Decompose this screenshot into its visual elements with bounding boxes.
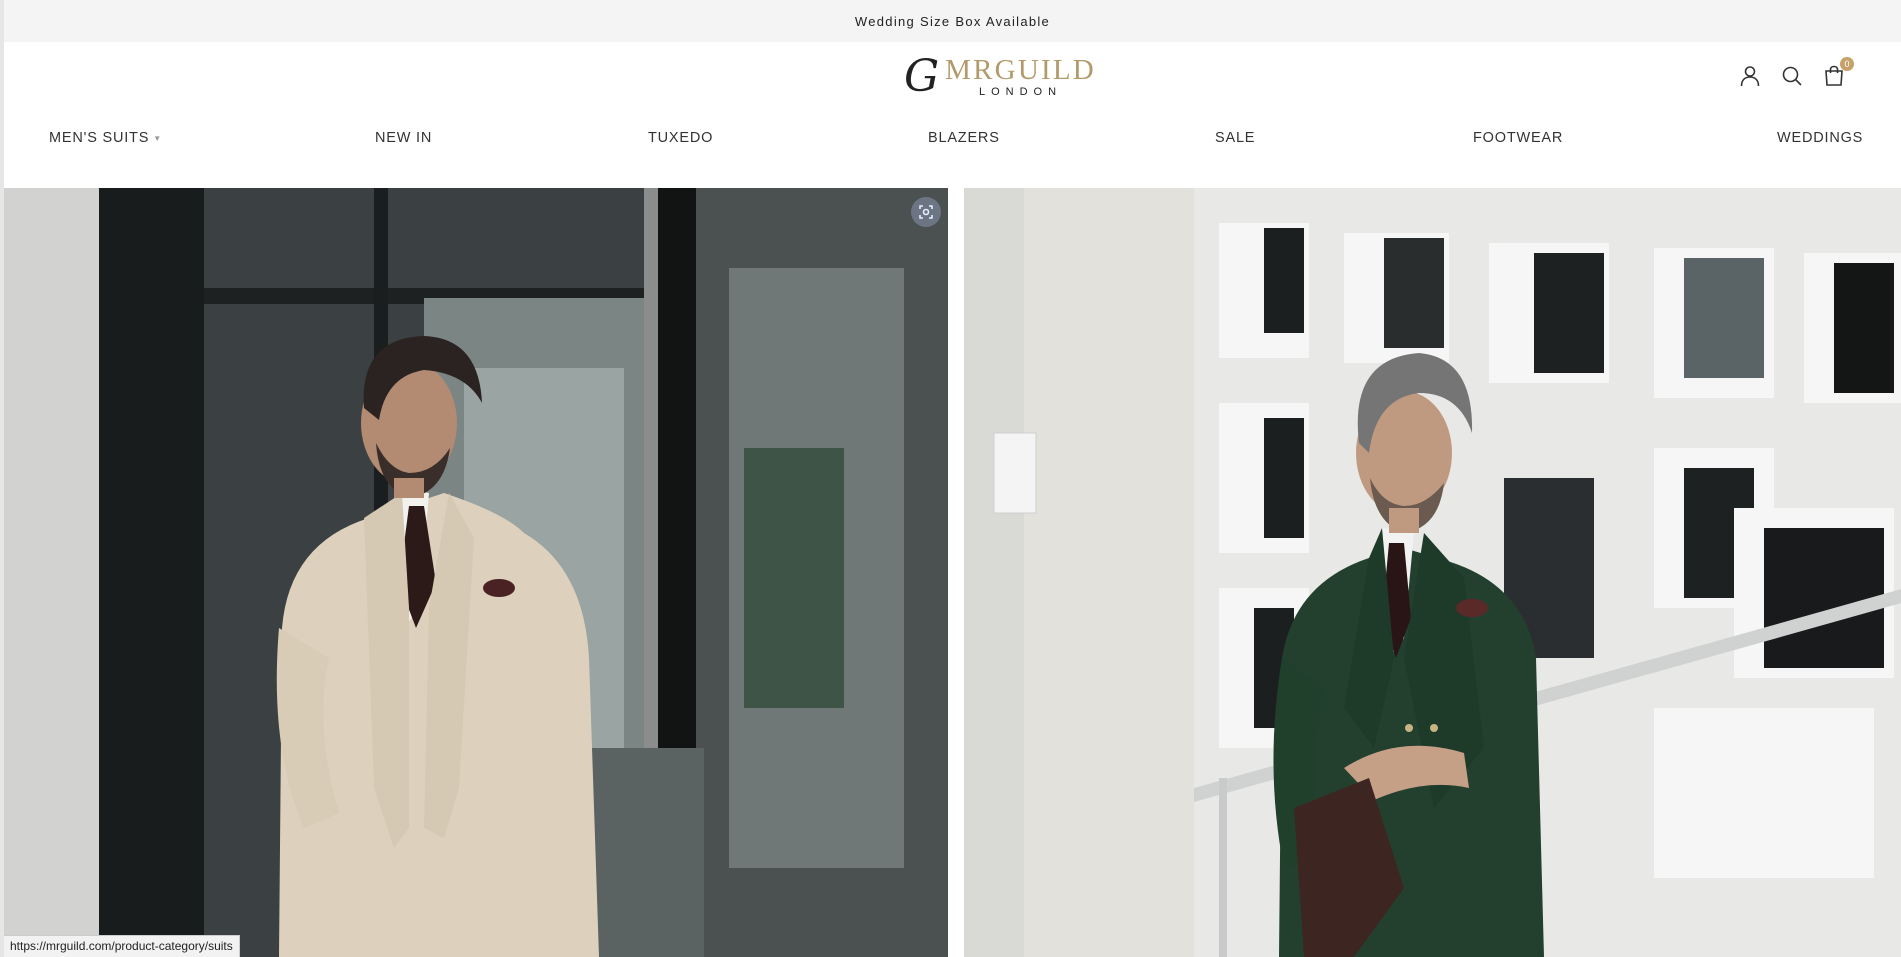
nav-item-blazers[interactable]: BLAZERS — [928, 130, 1000, 146]
header-icons: 0 — [1738, 57, 1854, 88]
visual-search-icon[interactable] — [911, 197, 941, 227]
brand-logo[interactable]: G MRGUILD LONDON — [904, 52, 1114, 102]
nav-item-tuxedo[interactable]: TUXEDO — [648, 130, 713, 146]
logo-monogram: G — [904, 51, 940, 102]
cart-count-badge: 0 — [1840, 57, 1854, 71]
nav-item-label: TUXEDO — [648, 130, 714, 146]
user-icon[interactable] — [1738, 64, 1762, 88]
site-header: G MRGUILD LONDON 0 MEN'S SUITS ▼ NEW IN … — [4, 42, 1901, 188]
announcement-bar: Wedding Size Box Available — [4, 0, 1901, 42]
search-icon[interactable] — [1780, 64, 1804, 88]
chevron-down-icon: ▼ — [153, 133, 162, 143]
nav-item-weddings[interactable]: WEDDINGS — [1777, 130, 1863, 146]
page: Wedding Size Box Available G MRGUILD LON… — [0, 0, 1901, 957]
nav-item-sale[interactable]: SALE — [1215, 130, 1255, 146]
nav-item-footwear[interactable]: FOOTWEAR — [1473, 130, 1563, 146]
nav-item-label: NEW IN — [375, 130, 433, 146]
nav-item-label: SALE — [1215, 130, 1256, 146]
status-bar-url: https://mrguild.com/product-category/sui… — [4, 935, 240, 957]
logo-wordmark: MRGUILD LONDON — [945, 54, 1096, 99]
nav-item-new-in[interactable]: NEW IN — [375, 130, 432, 146]
nav-item-label: BLAZERS — [928, 130, 1000, 146]
logo-name: MRGUILD — [945, 54, 1096, 86]
announcement-text: Wedding Size Box Available — [854, 13, 1051, 29]
nav-item-label: MEN'S SUITS — [49, 130, 150, 146]
nav-item-label: FOOTWEAR — [1473, 130, 1564, 146]
logo-location: LONDON — [978, 86, 1063, 98]
main-nav: MEN'S SUITS ▼ NEW IN TUXEDO BLAZERS SALE … — [4, 130, 1901, 160]
nav-item-mens-suits[interactable]: MEN'S SUITS ▼ — [49, 130, 162, 146]
nav-item-label: WEDDINGS — [1777, 130, 1864, 146]
bag-icon[interactable]: 0 — [1822, 57, 1854, 88]
hero-image-cream-suit[interactable] — [4, 188, 948, 957]
hero-image-green-suit[interactable] — [964, 188, 1901, 957]
